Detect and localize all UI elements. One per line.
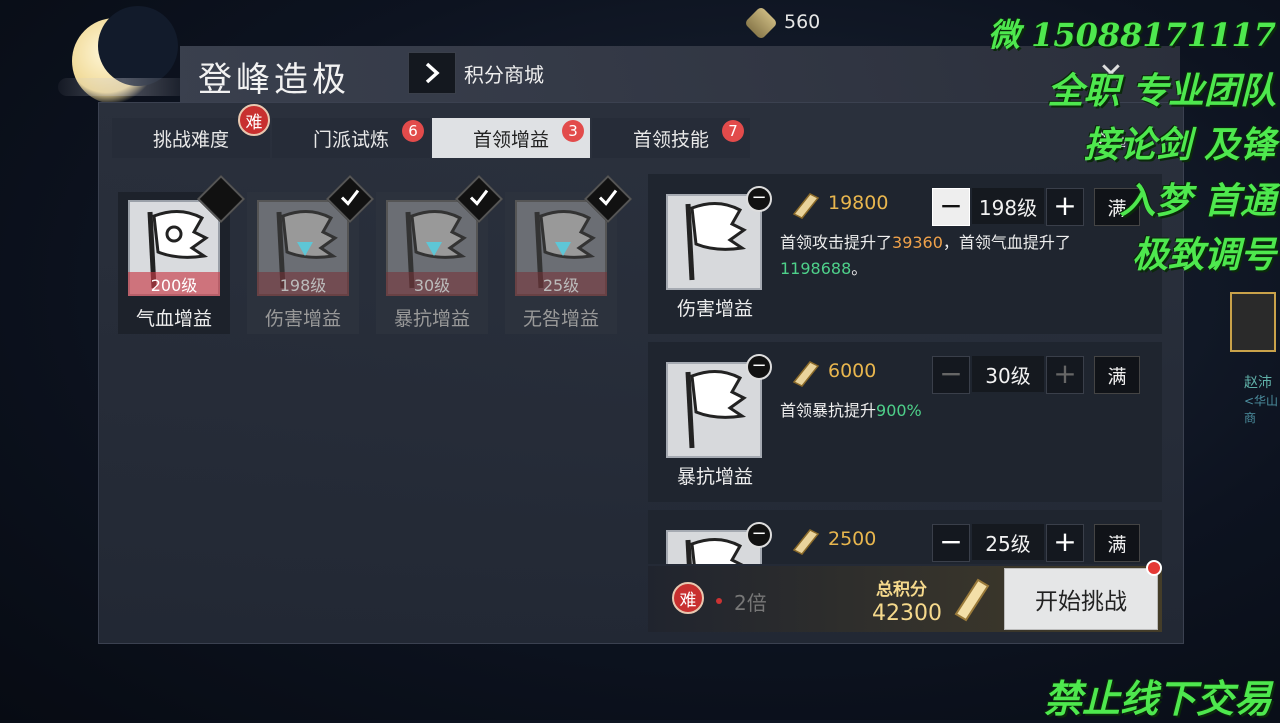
max-button[interactable]: 满 — [1094, 356, 1140, 394]
page-title: 登峰造极 — [198, 60, 350, 100]
remove-icon[interactable]: − — [746, 354, 772, 380]
scroll-icon — [792, 529, 820, 555]
desc-crit-resist-value: 900% — [876, 401, 922, 420]
scroll-icon — [792, 193, 820, 219]
remove-icon[interactable]: − — [746, 186, 772, 212]
increase-button[interactable]: + — [1046, 188, 1084, 226]
flag-icon — [666, 362, 762, 458]
buff-card-crit-resist[interactable]: 30级 暴抗增益 — [376, 174, 504, 334]
card-level: 200级 — [128, 272, 220, 296]
total-score-label: 总积分 — [876, 580, 927, 600]
list-item: − 暴抗增益 6000 − 30级 + 满 首领暴抗提升900% — [648, 342, 1162, 502]
list-item: − 2500 − 25级 + 满 — [648, 510, 1162, 564]
level-value: 25级 — [972, 524, 1044, 560]
npc-subtitle: <华山商 — [1244, 394, 1279, 425]
buff-card-health[interactable]: 200级 气血增益 — [118, 174, 246, 334]
notification-dot — [1146, 560, 1162, 576]
total-score-value: 42300 — [872, 601, 942, 626]
card-level: 198级 — [257, 272, 349, 296]
tab-count-badge: 3 — [562, 120, 584, 142]
decrease-button[interactable]: − — [932, 356, 970, 394]
separator-dot — [716, 598, 722, 604]
tab-label: 首领技能 — [632, 128, 709, 151]
difficulty-seal-icon: 难 — [672, 582, 704, 614]
row-cost: 2500 — [828, 528, 877, 550]
card-level: 30级 — [386, 272, 478, 296]
level-value: 30级 — [972, 356, 1044, 392]
buff-detail-list[interactable]: − 伤害增益 19800 − 198级 + 满 首领攻击提升了39360，首领气… — [648, 174, 1162, 564]
card-name: 气血增益 — [135, 308, 212, 330]
remove-icon[interactable]: − — [746, 522, 772, 548]
desc-attack-value: 39360 — [892, 233, 943, 252]
card-level: 25级 — [515, 272, 607, 296]
buff-card-damage[interactable]: 198级 伤害增益 — [247, 174, 375, 334]
tab-bar: 挑战难度 难 门派试炼 6 首领增益 3 首领技能 7 — [112, 104, 1152, 158]
tab-label: 首领增益 — [472, 128, 549, 151]
shop-link[interactable]: 积分商城 — [464, 59, 544, 88]
card-name: 伤害增益 — [264, 308, 341, 330]
card-name: 无咎增益 — [522, 308, 599, 330]
difficulty-seal-badge: 难 — [238, 104, 270, 136]
max-button[interactable]: 满 — [1094, 524, 1140, 562]
side-scene-icon[interactable] — [1230, 292, 1276, 352]
watermark-bottom: 禁止线下交易 — [1043, 676, 1272, 721]
start-challenge-button[interactable]: 开始挑战 — [1004, 568, 1158, 630]
currency-icon — [744, 6, 778, 40]
watermark-line: 入梦 首通 — [1119, 180, 1276, 222]
moon-shadow — [98, 6, 178, 86]
row-description: 首领攻击提升了39360，首领气血提升了 1198688。 — [780, 233, 1071, 278]
shop-nav-button[interactable] — [408, 52, 456, 94]
flag-icon — [666, 194, 762, 290]
score-multiplier: 2倍 — [734, 591, 767, 615]
watermark-line: 接论剑 及锋 — [1083, 124, 1276, 166]
list-item: − 伤害增益 19800 − 198级 + 满 首领攻击提升了39360，首领气… — [648, 174, 1162, 334]
row-description: 首领暴抗提升900% — [780, 401, 922, 420]
tab-label: 挑战难度 — [152, 128, 229, 151]
decrease-button[interactable]: − — [932, 188, 970, 226]
row-cost: 19800 — [828, 192, 889, 214]
card-name: 暴抗增益 — [393, 308, 470, 330]
watermark-line: 微 15088171117 — [987, 16, 1276, 54]
tab-count-badge: 7 — [722, 120, 744, 142]
increase-button[interactable]: + — [1046, 524, 1084, 562]
watermark-line: 极致调号 — [1131, 234, 1276, 276]
level-value: 198级 — [972, 188, 1044, 224]
scroll-icon — [792, 361, 820, 387]
cloud-decoration — [58, 78, 188, 96]
desc-health-value: 1198688 — [780, 259, 852, 278]
tab-label: 门派试炼 — [312, 128, 389, 151]
increase-button[interactable]: + — [1046, 356, 1084, 394]
npc-name: 赵沛 — [1244, 375, 1272, 391]
buff-card-wujiu[interactable]: 25级 无咎增益 — [505, 174, 633, 334]
chevron-right-icon — [425, 62, 440, 84]
scroll-icon — [954, 578, 990, 622]
row-cost: 6000 — [828, 360, 877, 382]
decrease-button[interactable]: − — [932, 524, 970, 562]
row-name: 伤害增益 — [676, 298, 753, 320]
tab-count-badge: 6 — [402, 120, 424, 142]
row-name: 暴抗增益 — [676, 466, 753, 488]
watermark-line: 全职 专业团队 — [1047, 70, 1276, 112]
currency-value: 560 — [784, 11, 821, 33]
